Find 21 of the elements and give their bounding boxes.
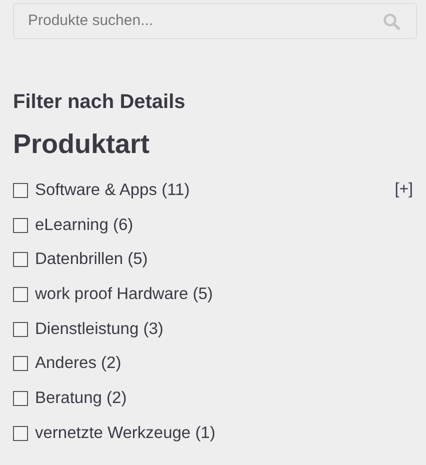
checkbox[interactable] [13,356,28,372]
filter-heading: Filter nach Details [13,90,186,114]
checkbox[interactable] [13,286,28,302]
checkbox[interactable] [13,218,28,233]
filter-option[interactable]: vernetzte Werkzeuge (1) [35,420,216,446]
checkbox[interactable] [13,426,28,441]
search-field[interactable]: Produkte suchen... [13,3,417,39]
checkbox[interactable] [13,322,28,337]
filter-option[interactable]: Anderes (2) [35,351,122,376]
checkbox[interactable] [13,252,28,268]
checkbox[interactable] [13,182,28,198]
filter-option[interactable]: work proof Hardware (5) [35,282,213,307]
filter-option[interactable]: Software & Apps (11) [35,178,190,203]
search-input[interactable]: Produkte suchen... [28,10,383,32]
checkbox[interactable] [13,390,28,406]
filter-option[interactable]: Beratung (2) [35,386,127,411]
filter-option[interactable]: Dienstleistung (3) [35,316,164,342]
expand-link[interactable]: [+] [394,178,413,202]
filter-option[interactable]: eLearning (6) [35,212,134,238]
section-title: Produktart [13,128,151,160]
filter-option[interactable]: Datenbrillen (5) [35,247,148,272]
